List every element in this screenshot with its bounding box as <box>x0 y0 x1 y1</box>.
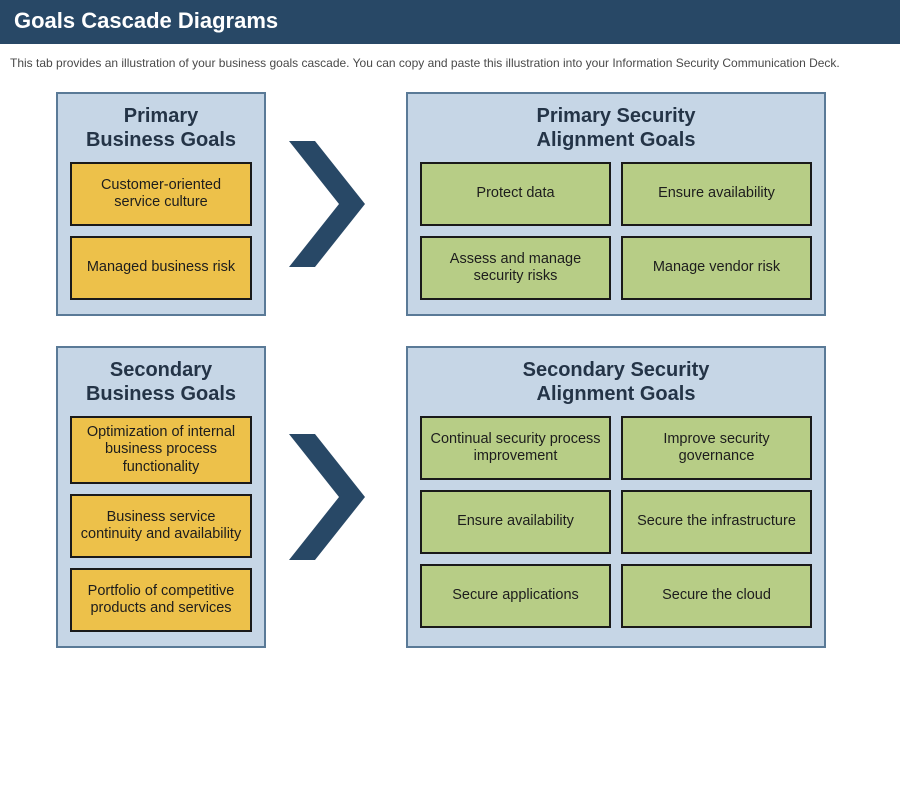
goal-card: Ensure availability <box>420 490 611 554</box>
goal-card: Portfolio of competitive products and se… <box>70 568 252 632</box>
goal-card: Continual security process improvement <box>420 416 611 480</box>
panel-title: Secondary Security Alignment Goals <box>523 358 710 406</box>
card-group: Optimization of internal business proces… <box>70 416 252 632</box>
chevron-right-icon <box>281 422 391 572</box>
goal-card: Improve security governance <box>621 416 812 480</box>
goal-card: Managed business risk <box>70 236 252 300</box>
goal-card: Assess and manage security risks <box>420 236 611 300</box>
cascade-row-secondary: Secondary Business Goals Optimization of… <box>56 346 892 648</box>
panel-title: Primary Business Goals <box>86 104 236 152</box>
goal-card: Business service continuity and availabi… <box>70 494 252 558</box>
chevron-right-icon <box>281 129 391 279</box>
goal-card: Secure the cloud <box>621 564 812 628</box>
panel-secondary-business-goals: Secondary Business Goals Optimization of… <box>56 346 266 648</box>
card-group: Continual security process improvement I… <box>420 416 812 628</box>
page-title: Goals Cascade Diagrams <box>14 8 278 33</box>
card-group: Protect data Ensure availability Assess … <box>420 162 812 300</box>
cascade-row-primary: Primary Business Goals Customer-oriented… <box>56 92 892 316</box>
goal-card: Secure applications <box>420 564 611 628</box>
goal-card: Manage vendor risk <box>621 236 812 300</box>
goal-card: Ensure availability <box>621 162 812 226</box>
cascade-arrow <box>266 346 406 648</box>
goal-card: Protect data <box>420 162 611 226</box>
panel-title: Secondary Business Goals <box>86 358 236 406</box>
page-description: This tab provides an illustration of you… <box>10 56 892 70</box>
card-group: Customer-oriented service culture Manage… <box>70 162 252 300</box>
panel-primary-business-goals: Primary Business Goals Customer-oriented… <box>56 92 266 316</box>
panel-title: Primary Security Alignment Goals <box>537 104 696 152</box>
panel-primary-security-goals: Primary Security Alignment Goals Protect… <box>406 92 826 316</box>
goal-card: Secure the infrastructure <box>621 490 812 554</box>
panel-secondary-security-goals: Secondary Security Alignment Goals Conti… <box>406 346 826 648</box>
page-header: Goals Cascade Diagrams <box>0 0 900 44</box>
goal-card: Customer-oriented service culture <box>70 162 252 226</box>
goal-card: Optimization of internal business proces… <box>70 416 252 484</box>
cascade-arrow <box>266 92 406 316</box>
